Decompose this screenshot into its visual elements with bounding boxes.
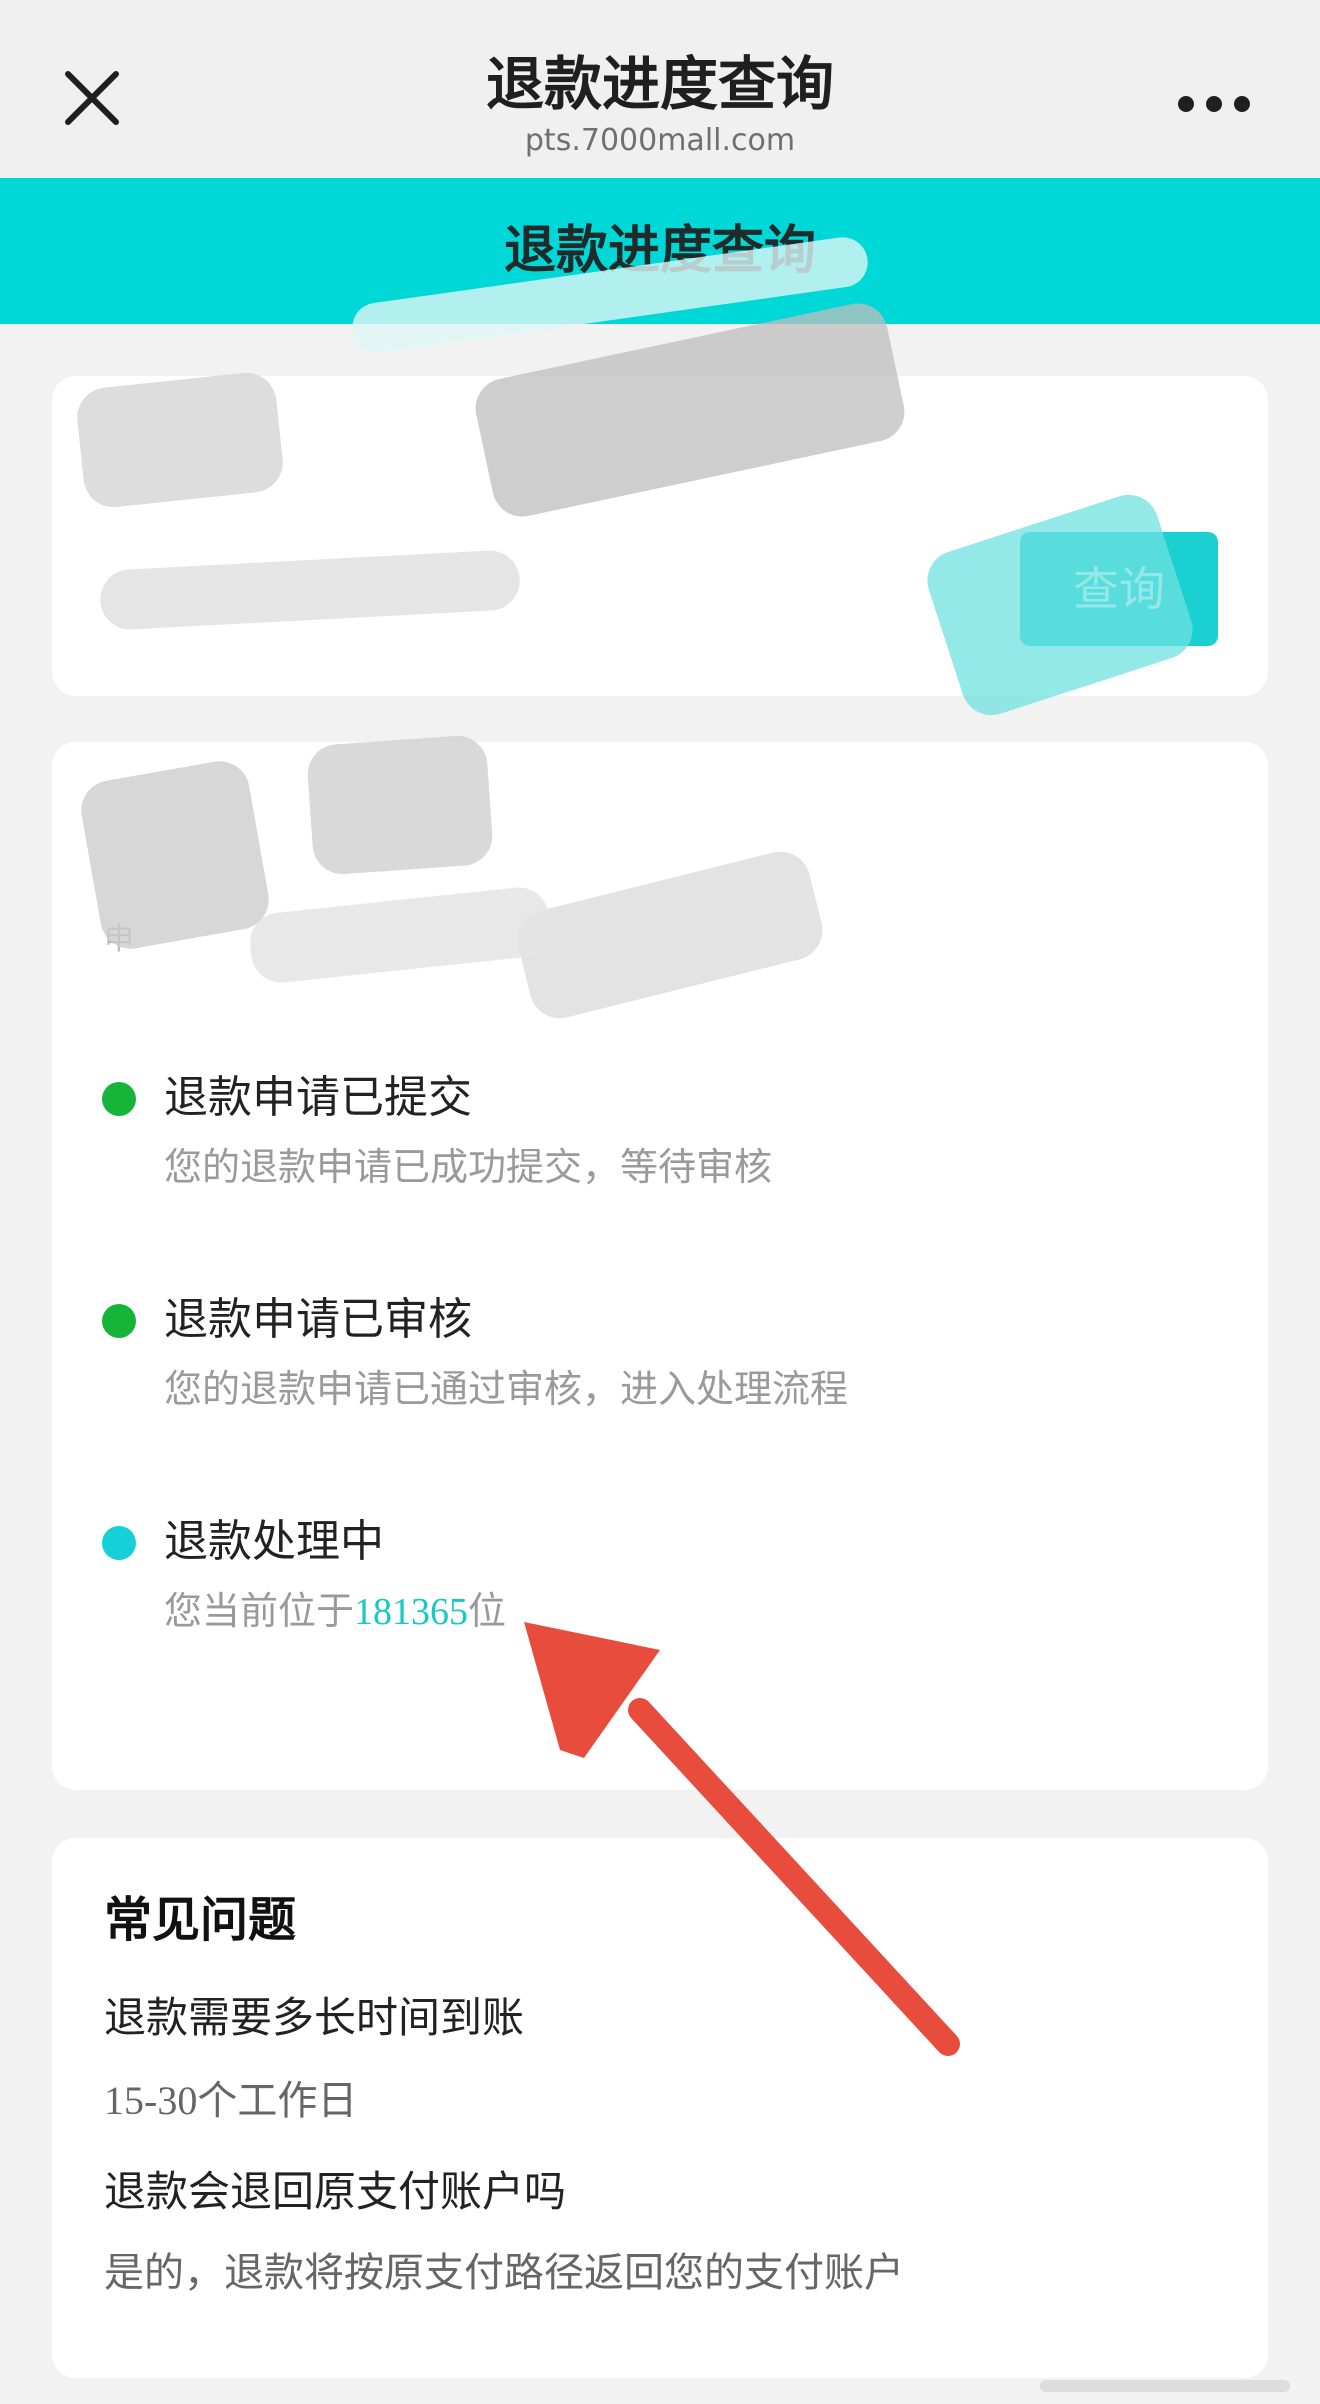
nav-domain: pts.7000mall.com xyxy=(524,123,796,158)
queue-number: 181365 xyxy=(354,1591,469,1633)
step-title: 退款处理中 xyxy=(164,1516,384,1567)
nav-title: 退款进度查询 xyxy=(485,50,834,118)
top-nav-bar: 退款进度查询 pts.7000mall.com xyxy=(0,0,1320,178)
more-icon[interactable] xyxy=(1164,76,1264,136)
queue-prefix: 您当前位于 xyxy=(164,1589,355,1633)
step-title: 退款申请已提交 xyxy=(164,1072,472,1123)
queue-suffix: 位 xyxy=(468,1589,507,1633)
status-dot-complete xyxy=(102,1082,136,1116)
faq-answer: 15-30个工作日 xyxy=(104,2078,358,2123)
redaction-scribble xyxy=(74,369,286,511)
faq-question: 退款需要多长时间到账 xyxy=(104,1993,525,2042)
redaction-scribble xyxy=(76,756,274,954)
step-title: 退款申请已审核 xyxy=(164,1294,472,1345)
faq-answer: 是的，退款将按原支付路径返回您的支付账户 xyxy=(104,2250,904,2296)
redaction-scribble xyxy=(305,733,495,877)
status-dot-complete xyxy=(102,1304,136,1338)
faq-title: 常见问题 xyxy=(104,1892,297,1948)
step-desc: 您的退款申请已通过审核，进入处理流程 xyxy=(164,1367,849,1411)
faq-card: 常见问题 退款需要多长时间到账 15-30个工作日 退款会退回原支付账户吗 是的… xyxy=(52,1838,1268,2378)
nav-title-group: 退款进度查询 pts.7000mall.com xyxy=(0,44,1320,162)
step-desc: 您的退款申请已成功提交，等待审核 xyxy=(164,1145,773,1189)
step-desc: 您当前位于181365位 xyxy=(164,1586,506,1637)
status-dot-active xyxy=(102,1526,136,1560)
home-indicator xyxy=(1040,2380,1290,2392)
faq-question: 退款会退回原支付账户吗 xyxy=(104,2167,567,2216)
